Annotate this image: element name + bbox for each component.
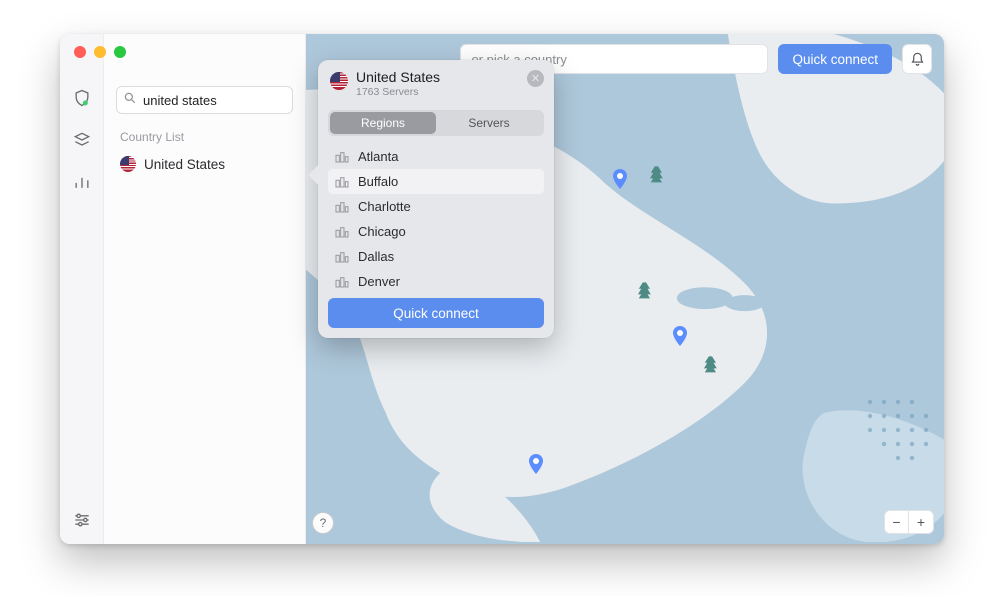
popover-close-button[interactable]: ✕ (527, 70, 544, 87)
region-label: Denver (358, 274, 400, 289)
tree-icon (638, 282, 654, 302)
tree-icon (704, 356, 720, 376)
city-icon (334, 275, 350, 289)
help-button[interactable]: ? (312, 512, 334, 534)
region-label: Dallas (358, 249, 394, 264)
popover-server-count: 1763 Servers (356, 86, 440, 98)
country-list-label: Country List (120, 130, 289, 144)
popover-quick-connect-button[interactable]: Quick connect (328, 298, 544, 328)
region-item[interactable]: Dallas (328, 244, 544, 269)
city-icon (334, 175, 350, 189)
city-icon (334, 250, 350, 264)
region-item[interactable]: Charlotte (328, 194, 544, 219)
help-label: ? (320, 516, 327, 530)
region-label: Chicago (358, 224, 406, 239)
decoration-dots (862, 394, 932, 464)
zoom-in-button[interactable]: + (909, 511, 933, 533)
window-controls (74, 46, 126, 58)
country-popover: ✕ United States 1763 Servers Regions Ser… (318, 60, 554, 338)
zoom-controls: − + (884, 510, 934, 534)
country-item-united-states[interactable]: United States (116, 152, 293, 176)
map-pin[interactable] (668, 324, 692, 348)
popover-tabs: Regions Servers (328, 110, 544, 136)
region-item[interactable]: Chicago (328, 219, 544, 244)
search-input[interactable] (143, 93, 319, 108)
stats-icon[interactable] (72, 172, 92, 192)
search-icon (123, 91, 137, 110)
popover-header: United States 1763 Servers (328, 70, 544, 106)
tab-regions[interactable]: Regions (330, 112, 436, 134)
shield-icon[interactable] (72, 88, 92, 108)
minimize-window[interactable] (94, 46, 106, 58)
region-list: Atlanta Buffalo Charlotte Chicago Dallas Denv… (328, 144, 544, 290)
region-label: Buffalo (358, 174, 398, 189)
us-flag-icon (330, 72, 348, 90)
region-item[interactable]: Buffalo (328, 169, 544, 194)
city-icon (334, 225, 350, 239)
tree-icon (650, 166, 666, 186)
app-window: ✕ Country List United States (60, 34, 944, 544)
notifications-button[interactable] (902, 44, 932, 74)
quick-connect-button[interactable]: Quick connect (778, 44, 892, 74)
country-name: United States (144, 157, 225, 172)
map-pin[interactable] (524, 452, 548, 476)
map-pin[interactable] (608, 167, 632, 191)
region-label: Atlanta (358, 149, 398, 164)
region-item[interactable]: Atlanta (328, 144, 544, 169)
popover-title: United States (356, 70, 440, 85)
region-item[interactable]: Denver (328, 269, 544, 290)
bell-icon (910, 52, 925, 67)
maximize-window[interactable] (114, 46, 126, 58)
layers-icon[interactable] (72, 130, 92, 150)
us-flag-icon (120, 156, 136, 172)
region-label: Charlotte (358, 199, 411, 214)
tab-servers[interactable]: Servers (436, 112, 542, 134)
search-box[interactable]: ✕ (116, 86, 293, 114)
nav-rail (60, 34, 104, 544)
city-icon (334, 150, 350, 164)
side-panel: ✕ Country List United States (104, 34, 306, 544)
city-icon (334, 200, 350, 214)
settings-icon[interactable] (72, 510, 92, 530)
close-window[interactable] (74, 46, 86, 58)
zoom-out-button[interactable]: − (885, 511, 909, 533)
